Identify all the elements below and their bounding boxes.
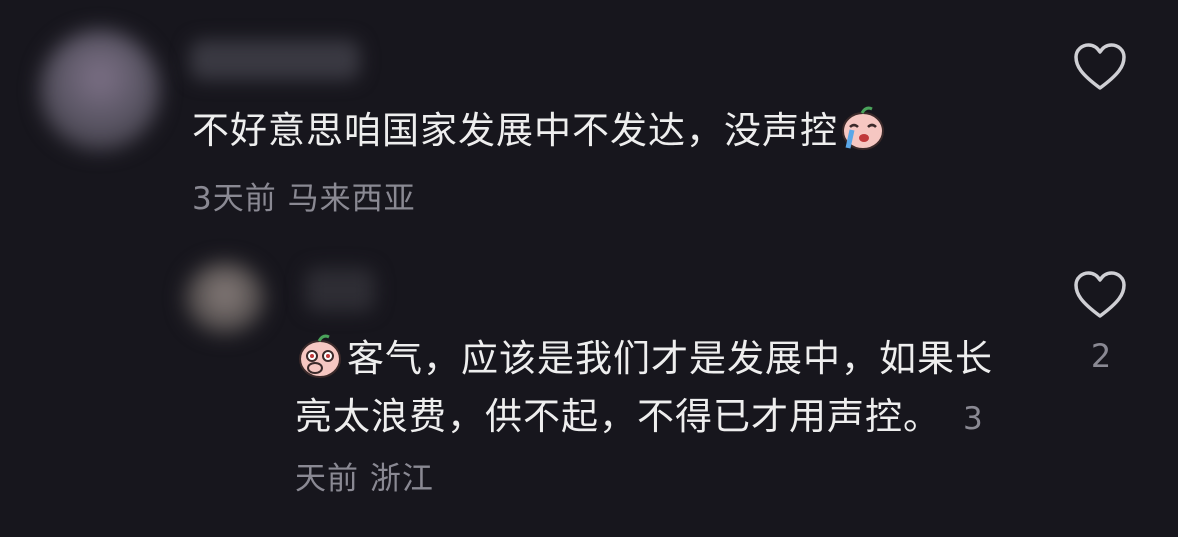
- reply-location: 浙江: [369, 461, 434, 497]
- heart-outline-icon[interactable]: [1073, 270, 1127, 320]
- username-blurred[interactable]: [305, 268, 375, 312]
- username-blurred[interactable]: [190, 40, 360, 80]
- comment-location: 马来西亚: [287, 181, 416, 217]
- reply-text: 客气，应该是我们才是发展中，如果长亮太浪费，供不起，不得已才用声控。 3天前 浙江: [295, 330, 1000, 508]
- comment-text: 不好意思咱国家发展中不发达，没声控: [192, 102, 888, 160]
- comment-meta: 3天前 马来西亚: [192, 174, 416, 224]
- shy-peach-emoji-icon: [299, 334, 341, 378]
- comment-time: 3天前: [192, 181, 277, 217]
- avatar[interactable]: [40, 30, 160, 150]
- reply-text-content: 客气，应该是我们才是发展中，如果长亮太浪费，供不起，不得已才用声控。: [295, 337, 993, 438]
- comment-text-content: 不好意思咱国家发展中不发达，没声控: [192, 109, 838, 152]
- avatar[interactable]: [185, 262, 265, 334]
- comments-panel: 不好意思咱国家发展中不发达，没声控 3天前 马来西亚 客气，应该是我们才是发展中…: [0, 0, 1178, 537]
- like-count: 2: [1090, 337, 1112, 375]
- heart-outline-icon[interactable]: [1073, 42, 1127, 92]
- crying-peach-emoji-icon: [842, 106, 884, 150]
